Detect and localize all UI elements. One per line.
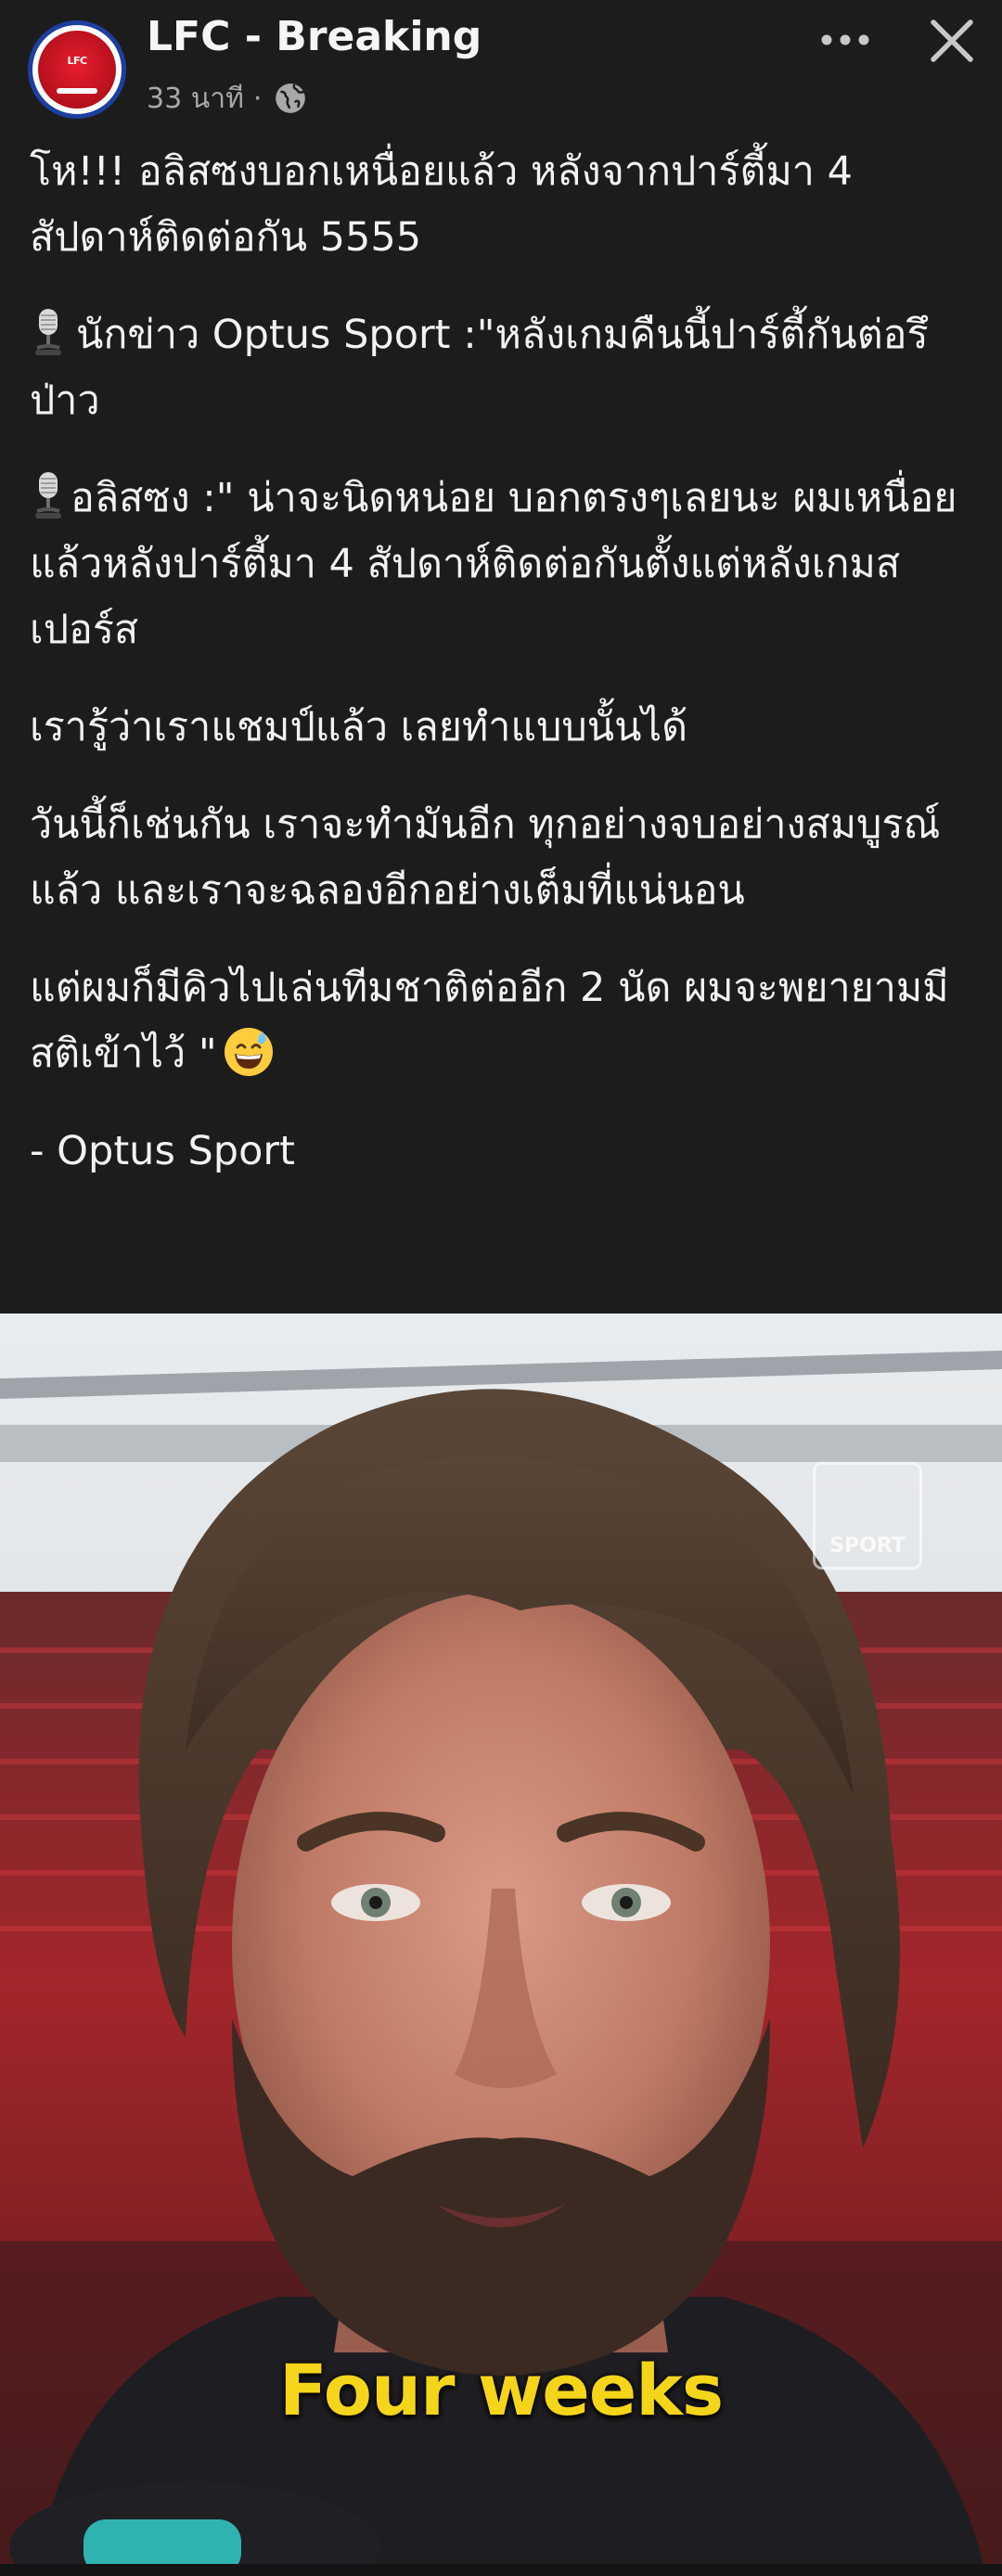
studio-microphone-icon (35, 309, 61, 355)
avatar-logo-text-top: LFC (67, 55, 87, 67)
post-meta: 33 นาที · (147, 80, 308, 117)
post-header: LFC LFC - Breaking 33 นาที · (0, 0, 1002, 139)
studio-microphone-icon (35, 472, 61, 519)
globe-icon[interactable] (273, 81, 308, 116)
bottom-edge (0, 2564, 1002, 2576)
post-photo[interactable]: SPORT Four weeks (0, 1314, 1002, 2564)
broadcaster-watermark: SPORT (813, 1462, 922, 1570)
avatar-logo-background: LFC (38, 31, 116, 109)
post-paragraph-7: - Optus Sport (30, 1119, 972, 1185)
avatar-logo-bar (57, 88, 97, 94)
watermark-label: SPORT (829, 1534, 906, 1557)
more-options-button[interactable] (815, 19, 876, 61)
meta-separator: · (252, 82, 263, 115)
page-avatar[interactable]: LFC (28, 20, 126, 119)
post-paragraph-4: เรารู้ว่าเราแชมป์แล้ว เลยทำแบบนั้นได้ (30, 695, 972, 761)
paragraph-1-text: โห!!! อลิสซงบอกเหนื่อยแล้ว หลังจากปาร์ตี… (30, 148, 866, 261)
paragraph-2-text: นักข่าว Optus Sport :"หลังเกมคืนนี้ปาร์ต… (30, 312, 929, 424)
page-name[interactable]: LFC - Breaking (147, 13, 482, 60)
post-paragraph-3: อลิสซง :" น่าจะนิดหน่อย บอกตรงๆเลยนะ ผมเ… (30, 466, 972, 663)
post-paragraph-1: โห!!! อลิสซงบอกเหนื่อยแล้ว หลังจากปาร์ตี… (30, 139, 972, 271)
post-paragraph-2: นักข่าว Optus Sport :"หลังเกมคืนนี้ปาร์ต… (30, 302, 972, 434)
post-paragraph-5: วันนี้ก็เช่นกัน เราจะทำมันอีก ทุกอย่างจบ… (30, 792, 972, 924)
paragraph-3-text: อลิสซง :" น่าจะนิดหน่อย บอกตรงๆเลยนะ ผมเ… (30, 475, 957, 653)
grinning-sweat-emoji-icon (224, 1028, 273, 1076)
video-caption: Four weeks (278, 2349, 724, 2431)
close-button[interactable] (924, 13, 980, 69)
paragraph-4-text: เรารู้ว่าเราแชมป์แล้ว เลยทำแบบนั้นได้ (30, 704, 688, 750)
post-timestamp[interactable]: 33 นาที (147, 77, 244, 121)
post-text: โห!!! อลิสซงบอกเหนื่อยแล้ว หลังจากปาร์ตี… (30, 139, 972, 1216)
post-source-credit: - Optus Sport (30, 1128, 295, 1174)
post-paragraph-6: แต่ผมก็มีคิวไปเล่นทีมชาติต่ออีก 2 นัด ผม… (30, 955, 972, 1087)
paragraph-6-text: แต่ผมก็มีคิวไปเล่นทีมชาติต่ออีก 2 นัด ผม… (30, 965, 949, 1077)
paragraph-5-text: วันนี้ก็เช่นกัน เราจะทำมันอีก ทุกอย่างจบ… (30, 801, 941, 914)
